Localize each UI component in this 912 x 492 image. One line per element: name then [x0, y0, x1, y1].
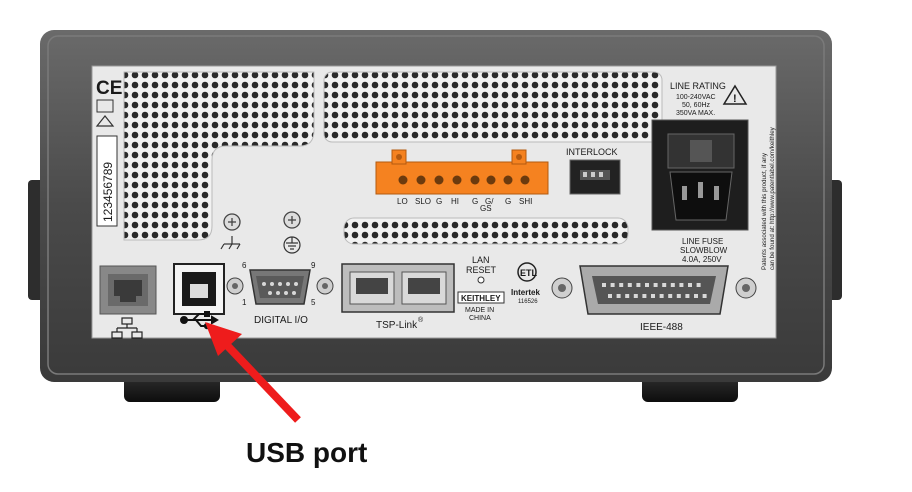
digital-io-pin-6: 6 — [242, 261, 247, 270]
keithley-badge: KEITHLEY — [461, 294, 501, 303]
lan-reset-label-line2: RESET — [466, 265, 497, 275]
digital-io-connector[interactable] — [249, 269, 311, 305]
terminal-label: SLO — [415, 197, 431, 206]
terminal-pin[interactable] — [470, 175, 480, 185]
digital-io-pin-1: 1 — [242, 298, 247, 307]
terminal-pin[interactable] — [416, 175, 426, 185]
usb-port[interactable] — [173, 263, 225, 315]
line-rating-power: 350VA MAX. — [676, 110, 715, 117]
terminal-pin[interactable] — [452, 175, 462, 185]
terminal-pin[interactable] — [434, 175, 444, 185]
terminal-label: G — [436, 197, 442, 206]
digital-io-pin-hole — [262, 282, 266, 286]
ieee-pin — [653, 283, 658, 287]
digital-io-pin-hole — [278, 282, 282, 286]
ieee-pin — [670, 283, 675, 287]
ieee-pin — [676, 294, 681, 298]
ieee-pin — [616, 294, 621, 298]
chassis-ground-screw[interactable] — [223, 213, 241, 231]
ieee-pin — [702, 294, 707, 298]
protective-earth-screw[interactable] — [283, 211, 301, 229]
instrument-rear-panel-illustration: CE 123456789 LINE RATING 100-240VAC 50, … — [28, 30, 842, 423]
terminal-label-gs: GS — [480, 204, 492, 213]
ieee-pin — [668, 294, 673, 298]
intertek-number: 116526 — [518, 299, 538, 305]
digital-io-mounting-nut-left — [226, 277, 244, 295]
svg-text:!: ! — [733, 93, 737, 105]
ieee-pin — [625, 294, 630, 298]
line-rating-frequency: 50, 60Hz — [682, 102, 711, 109]
svg-text:ETL: ETL — [520, 268, 538, 278]
digital-io-pin-hole — [286, 282, 290, 286]
ieee-pin — [688, 283, 692, 287]
ieee-pin — [642, 294, 647, 298]
interlock-label: INTERLOCK — [566, 147, 618, 157]
digital-io-pin-hole — [284, 291, 288, 295]
intertek-label: Intertek — [511, 288, 540, 297]
ieee-pin — [608, 294, 612, 298]
patents-notice-line1: Patents associated with this product, if… — [761, 152, 768, 270]
ieee-pin — [645, 283, 649, 287]
terminal-label: G — [505, 197, 511, 206]
tsp-link-label: TSP-Link — [376, 320, 418, 331]
ieee-pin — [696, 283, 701, 287]
lan-reset-button[interactable] — [477, 276, 485, 284]
ieee-pin — [662, 283, 667, 287]
made-in-label-line2: CHINA — [469, 315, 491, 322]
serial-number-label: 123456789 — [101, 162, 115, 222]
ieee-left-mounting-nut — [551, 277, 573, 299]
terminal-label: SHI — [519, 197, 532, 206]
line-fuse-type: SLOWBLOW — [680, 246, 728, 255]
tsp-link-registered-mark: ® — [418, 316, 424, 324]
ieee-488-connector[interactable] — [579, 265, 729, 315]
digital-io-mounting-nut-right — [316, 277, 334, 295]
terminal-pin[interactable] — [398, 175, 408, 185]
digital-io-pin-hole — [268, 291, 272, 295]
ieee-pin — [651, 294, 655, 298]
ieee-pin — [659, 294, 664, 298]
digital-io-pin-hole — [292, 291, 296, 295]
power-entry-module[interactable] — [651, 119, 749, 231]
terminal-pin[interactable] — [520, 175, 530, 185]
line-fuse-rating: 4.0A, 250V — [682, 255, 722, 264]
line-fuse-title: LINE FUSE — [682, 237, 723, 246]
ce-mark: CE — [96, 78, 122, 99]
terminal-label: G — [472, 197, 478, 206]
tsp-link-ports[interactable] — [341, 263, 455, 313]
ieee-pin — [633, 294, 638, 298]
line-rating-voltage: 100-240VAC — [676, 94, 716, 101]
terminal-pin[interactable] — [503, 175, 513, 185]
ieee-pin — [679, 283, 684, 287]
ieee-pin — [685, 294, 690, 298]
ieee-488-label: IEEE-488 — [640, 322, 683, 333]
digital-io-label: DIGITAL I/O — [254, 315, 308, 326]
line-rating-title: LINE RATING — [670, 81, 726, 91]
digital-io-pin-hole — [276, 291, 280, 295]
made-in-label-line1: MADE IN — [465, 307, 494, 314]
digital-io-pin-9: 9 — [311, 261, 316, 270]
ieee-pin — [619, 283, 624, 287]
top-vent-grille — [323, 71, 663, 143]
interlock-connector[interactable] — [569, 159, 621, 195]
ieee-pin — [627, 283, 632, 287]
patents-notice-line2: can be found at: http://www.patentlabel.… — [769, 126, 776, 270]
terminal-label: LO — [397, 197, 408, 206]
lan-reset-label-line1: LAN — [472, 255, 490, 265]
ieee-pin — [602, 283, 606, 287]
ieee-pin — [636, 283, 641, 287]
ieee-pin — [694, 294, 698, 298]
digital-io-pin-hole — [294, 282, 298, 286]
middle-vent-grille — [343, 217, 629, 245]
terminal-label: HI — [451, 197, 459, 206]
digital-io-pin-5: 5 — [311, 298, 316, 307]
lan-ethernet-port[interactable] — [99, 265, 157, 315]
terminal-pin[interactable] — [486, 175, 496, 185]
usb-port-caption: USB port — [246, 437, 368, 468]
digital-io-pin-hole — [270, 282, 274, 286]
ieee-pin — [610, 283, 615, 287]
ieee-right-mounting-nut — [735, 277, 757, 299]
